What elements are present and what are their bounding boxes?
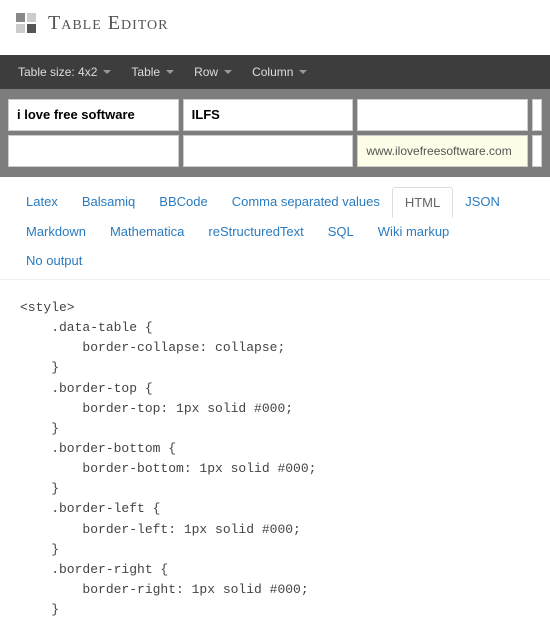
cell-input[interactable] bbox=[366, 107, 519, 122]
app-header: Table Editor bbox=[0, 0, 550, 47]
tab-wiki-markup[interactable]: Wiki markup bbox=[366, 217, 462, 246]
cell-input[interactable] bbox=[17, 107, 170, 122]
tab-mathematica[interactable]: Mathematica bbox=[98, 217, 196, 246]
table-editor bbox=[0, 89, 550, 177]
tab-no-output[interactable]: No output bbox=[14, 246, 94, 275]
tab-comma-separated-values[interactable]: Comma separated values bbox=[220, 187, 392, 217]
chevron-down-icon bbox=[103, 70, 111, 74]
column-menu[interactable]: Column bbox=[242, 55, 317, 89]
table-cell[interactable] bbox=[8, 135, 179, 167]
app-title: Table Editor bbox=[48, 12, 169, 35]
table-cell[interactable] bbox=[183, 135, 354, 167]
table-row bbox=[8, 135, 542, 167]
table-cell[interactable] bbox=[183, 99, 354, 131]
table-cell[interactable] bbox=[357, 135, 528, 167]
tab-json[interactable]: JSON bbox=[453, 187, 512, 217]
table-menu[interactable]: Table bbox=[121, 55, 184, 89]
output-code: <style> .data-table { border-collapse: c… bbox=[0, 280, 550, 638]
menu-label: Column bbox=[252, 65, 293, 79]
chevron-down-icon bbox=[166, 70, 174, 74]
toolbar: Table size: 4x2 Table Row Column bbox=[0, 55, 550, 89]
tab-html[interactable]: HTML bbox=[392, 187, 453, 218]
app-logo bbox=[16, 13, 38, 35]
cell-input[interactable] bbox=[192, 143, 345, 158]
menu-label: Table bbox=[131, 65, 160, 79]
tab-markdown[interactable]: Markdown bbox=[14, 217, 98, 246]
cell-input[interactable] bbox=[192, 107, 345, 122]
table-cell[interactable] bbox=[357, 99, 528, 131]
tab-restructuredtext[interactable]: reStructuredText bbox=[196, 217, 315, 246]
table-size-menu[interactable]: Table size: 4x2 bbox=[8, 55, 121, 89]
output-tabs: LatexBalsamiqBBCodeComma separated value… bbox=[0, 177, 550, 280]
chevron-down-icon bbox=[299, 70, 307, 74]
table-cell[interactable] bbox=[532, 135, 542, 167]
tab-sql[interactable]: SQL bbox=[316, 217, 366, 246]
tab-latex[interactable]: Latex bbox=[14, 187, 70, 217]
table-row bbox=[8, 99, 542, 131]
table-cell[interactable] bbox=[8, 99, 179, 131]
table-size-label: Table size: 4x2 bbox=[18, 65, 97, 79]
row-menu[interactable]: Row bbox=[184, 55, 242, 89]
cell-input[interactable] bbox=[17, 143, 170, 158]
menu-label: Row bbox=[194, 65, 218, 79]
chevron-down-icon bbox=[224, 70, 232, 74]
tab-bbcode[interactable]: BBCode bbox=[147, 187, 219, 217]
table-cell[interactable] bbox=[532, 99, 542, 131]
tab-balsamiq[interactable]: Balsamiq bbox=[70, 187, 147, 217]
cell-input[interactable] bbox=[366, 144, 519, 158]
